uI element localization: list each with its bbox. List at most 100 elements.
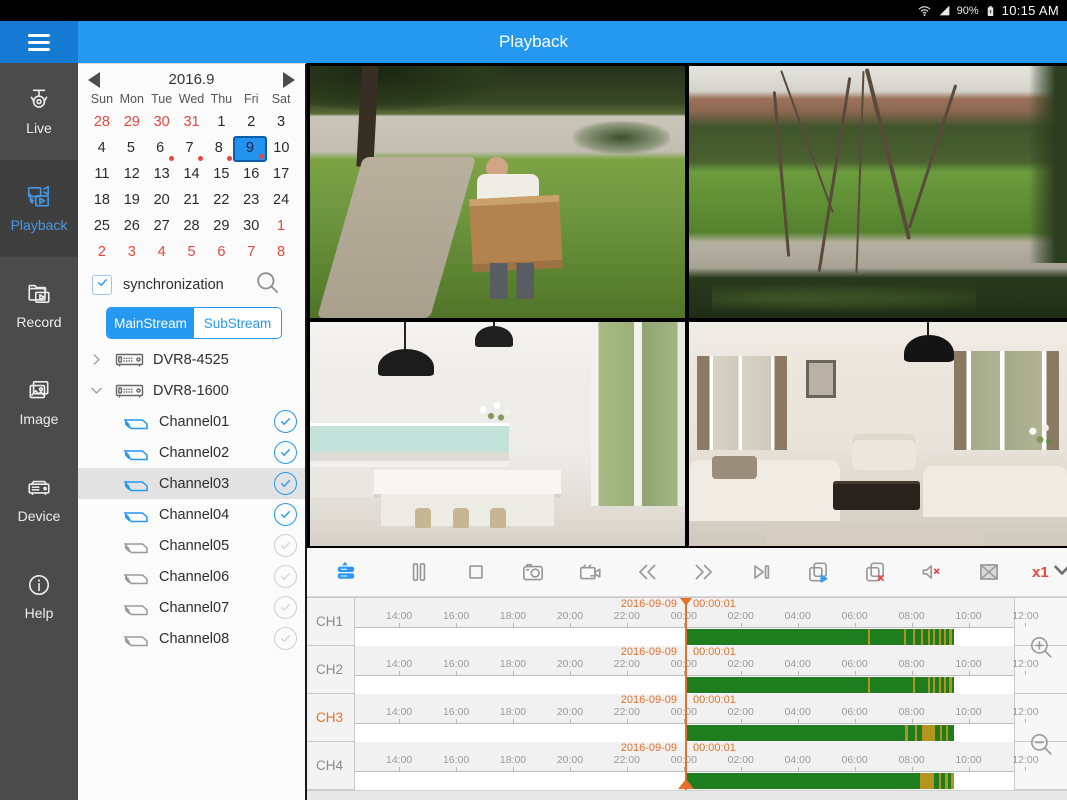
channel-row[interactable]: Channel02 xyxy=(78,437,305,468)
collapse-panel-button[interactable] xyxy=(1049,557,1067,588)
calendar-day[interactable]: 29 xyxy=(206,214,236,240)
sidebar-item-live[interactable]: Live xyxy=(0,63,78,160)
calendar-day[interactable]: 10 xyxy=(267,136,296,162)
timeline-zoom-out-button[interactable] xyxy=(1028,731,1055,758)
calendar-day[interactable]: 1 xyxy=(266,214,296,240)
channel-row[interactable]: Channel08 xyxy=(78,623,305,654)
fast-forward-button[interactable] xyxy=(691,559,717,585)
channel-row[interactable]: Channel04 xyxy=(78,499,305,530)
channel-row[interactable]: Channel06 xyxy=(78,561,305,592)
calendar-prev-button[interactable] xyxy=(88,72,100,88)
calendar-day[interactable]: 13 xyxy=(147,162,177,188)
calendar-day[interactable]: 4 xyxy=(147,240,177,266)
video-pane-2[interactable] xyxy=(689,66,1067,318)
channel-check[interactable] xyxy=(274,534,297,557)
pause-button[interactable] xyxy=(406,559,432,585)
sidebar-item-help[interactable]: Help xyxy=(0,548,78,645)
calendar-next-button[interactable] xyxy=(283,72,295,88)
playhead-handle-bottom[interactable] xyxy=(678,779,694,789)
chevron-right-icon[interactable] xyxy=(88,351,105,368)
timeline-zoom-in-button[interactable] xyxy=(1028,634,1055,661)
calendar-day[interactable]: 5 xyxy=(177,240,207,266)
calendar-day[interactable]: 11 xyxy=(87,162,117,188)
sidebar-item-image[interactable]: Image xyxy=(0,354,78,451)
sidebar-item-device[interactable]: Device xyxy=(0,451,78,548)
channel-check[interactable] xyxy=(274,503,297,526)
calendar-day[interactable]: 8 xyxy=(204,136,233,162)
playhead-line[interactable] xyxy=(685,598,687,790)
calendar-day[interactable]: 22 xyxy=(206,188,236,214)
channel-row[interactable]: Channel03 xyxy=(78,468,305,499)
chevron-down-icon[interactable] xyxy=(88,382,105,399)
search-icon[interactable] xyxy=(254,269,281,301)
calendar-day[interactable]: 17 xyxy=(266,162,296,188)
bottom-scroll-strip[interactable] xyxy=(307,790,1067,800)
stop-all-button[interactable] xyxy=(862,559,888,585)
calendar-day[interactable]: 4 xyxy=(87,136,116,162)
calendar-day[interactable]: 29 xyxy=(117,110,147,136)
calendar-day[interactable]: 30 xyxy=(236,214,266,240)
mute-button[interactable] xyxy=(919,559,945,585)
calendar-day[interactable]: 31 xyxy=(177,110,207,136)
channel-label[interactable]: CH1 xyxy=(307,598,355,645)
calendar-day[interactable]: 26 xyxy=(117,214,147,240)
channel-row[interactable]: Channel05 xyxy=(78,530,305,561)
calendar-day[interactable]: 25 xyxy=(87,214,117,240)
channel-row[interactable]: Channel01 xyxy=(78,406,305,437)
tree-device-row[interactable]: DVR8-1600 xyxy=(78,375,305,406)
channel-check[interactable] xyxy=(274,441,297,464)
snapshot-button[interactable] xyxy=(520,559,546,585)
synchronization-checkbox[interactable] xyxy=(92,275,112,295)
calendar-day[interactable]: 8 xyxy=(266,240,296,266)
calendar-day[interactable]: 20 xyxy=(147,188,177,214)
calendar-day[interactable]: 23 xyxy=(236,188,266,214)
channel-row[interactable]: Channel07 xyxy=(78,592,305,623)
device-list-button[interactable] xyxy=(333,559,359,585)
channel-check[interactable] xyxy=(274,627,297,650)
calendar-day-selected[interactable]: 9 xyxy=(233,136,267,162)
calendar-day[interactable]: 3 xyxy=(266,110,296,136)
stream-button-substream[interactable]: SubStream xyxy=(194,308,281,338)
calendar-day[interactable]: 15 xyxy=(206,162,236,188)
video-pane-1[interactable] xyxy=(310,66,685,318)
calendar-day[interactable]: 2 xyxy=(236,110,266,136)
stop-button[interactable] xyxy=(463,559,489,585)
frame-step-button[interactable] xyxy=(748,559,774,585)
calendar-day[interactable]: 24 xyxy=(266,188,296,214)
sidebar-item-record[interactable]: Record xyxy=(0,257,78,354)
calendar-day[interactable]: 14 xyxy=(177,162,207,188)
channel-label[interactable]: CH2 xyxy=(307,646,355,693)
tree-device-row[interactable]: DVR8-4525 xyxy=(78,344,305,375)
calendar-day[interactable]: 12 xyxy=(117,162,147,188)
channel-check[interactable] xyxy=(274,472,297,495)
close-all-button[interactable] xyxy=(976,559,1002,585)
calendar-day[interactable]: 2 xyxy=(87,240,117,266)
channel-check[interactable] xyxy=(274,596,297,619)
speed-button[interactable]: x1 xyxy=(1032,564,1049,581)
sidebar-item-playback[interactable]: Playback xyxy=(0,160,78,257)
play-all-button[interactable] xyxy=(805,559,831,585)
channel-check[interactable] xyxy=(274,565,297,588)
calendar-day[interactable]: 5 xyxy=(116,136,145,162)
calendar-day[interactable]: 30 xyxy=(147,110,177,136)
playhead-handle-top[interactable] xyxy=(680,598,692,606)
calendar-day[interactable]: 1 xyxy=(206,110,236,136)
calendar-day[interactable]: 7 xyxy=(175,136,204,162)
channel-label[interactable]: CH3 xyxy=(307,694,355,741)
calendar-day[interactable]: 16 xyxy=(236,162,266,188)
rewind-button[interactable] xyxy=(634,559,660,585)
video-pane-4[interactable] xyxy=(689,322,1067,546)
calendar-day[interactable]: 3 xyxy=(117,240,147,266)
menu-button[interactable] xyxy=(0,21,78,63)
calendar-day[interactable]: 19 xyxy=(117,188,147,214)
calendar-day[interactable]: 28 xyxy=(177,214,207,240)
calendar-day[interactable]: 27 xyxy=(147,214,177,240)
calendar-day[interactable]: 28 xyxy=(87,110,117,136)
calendar-day[interactable]: 7 xyxy=(236,240,266,266)
calendar-day[interactable]: 6 xyxy=(146,136,175,162)
channel-check[interactable] xyxy=(274,410,297,433)
calendar-day[interactable]: 18 xyxy=(87,188,117,214)
record-button[interactable] xyxy=(577,559,603,585)
video-pane-3[interactable] xyxy=(310,322,685,546)
stream-button-mainstream[interactable]: MainStream xyxy=(107,308,194,338)
